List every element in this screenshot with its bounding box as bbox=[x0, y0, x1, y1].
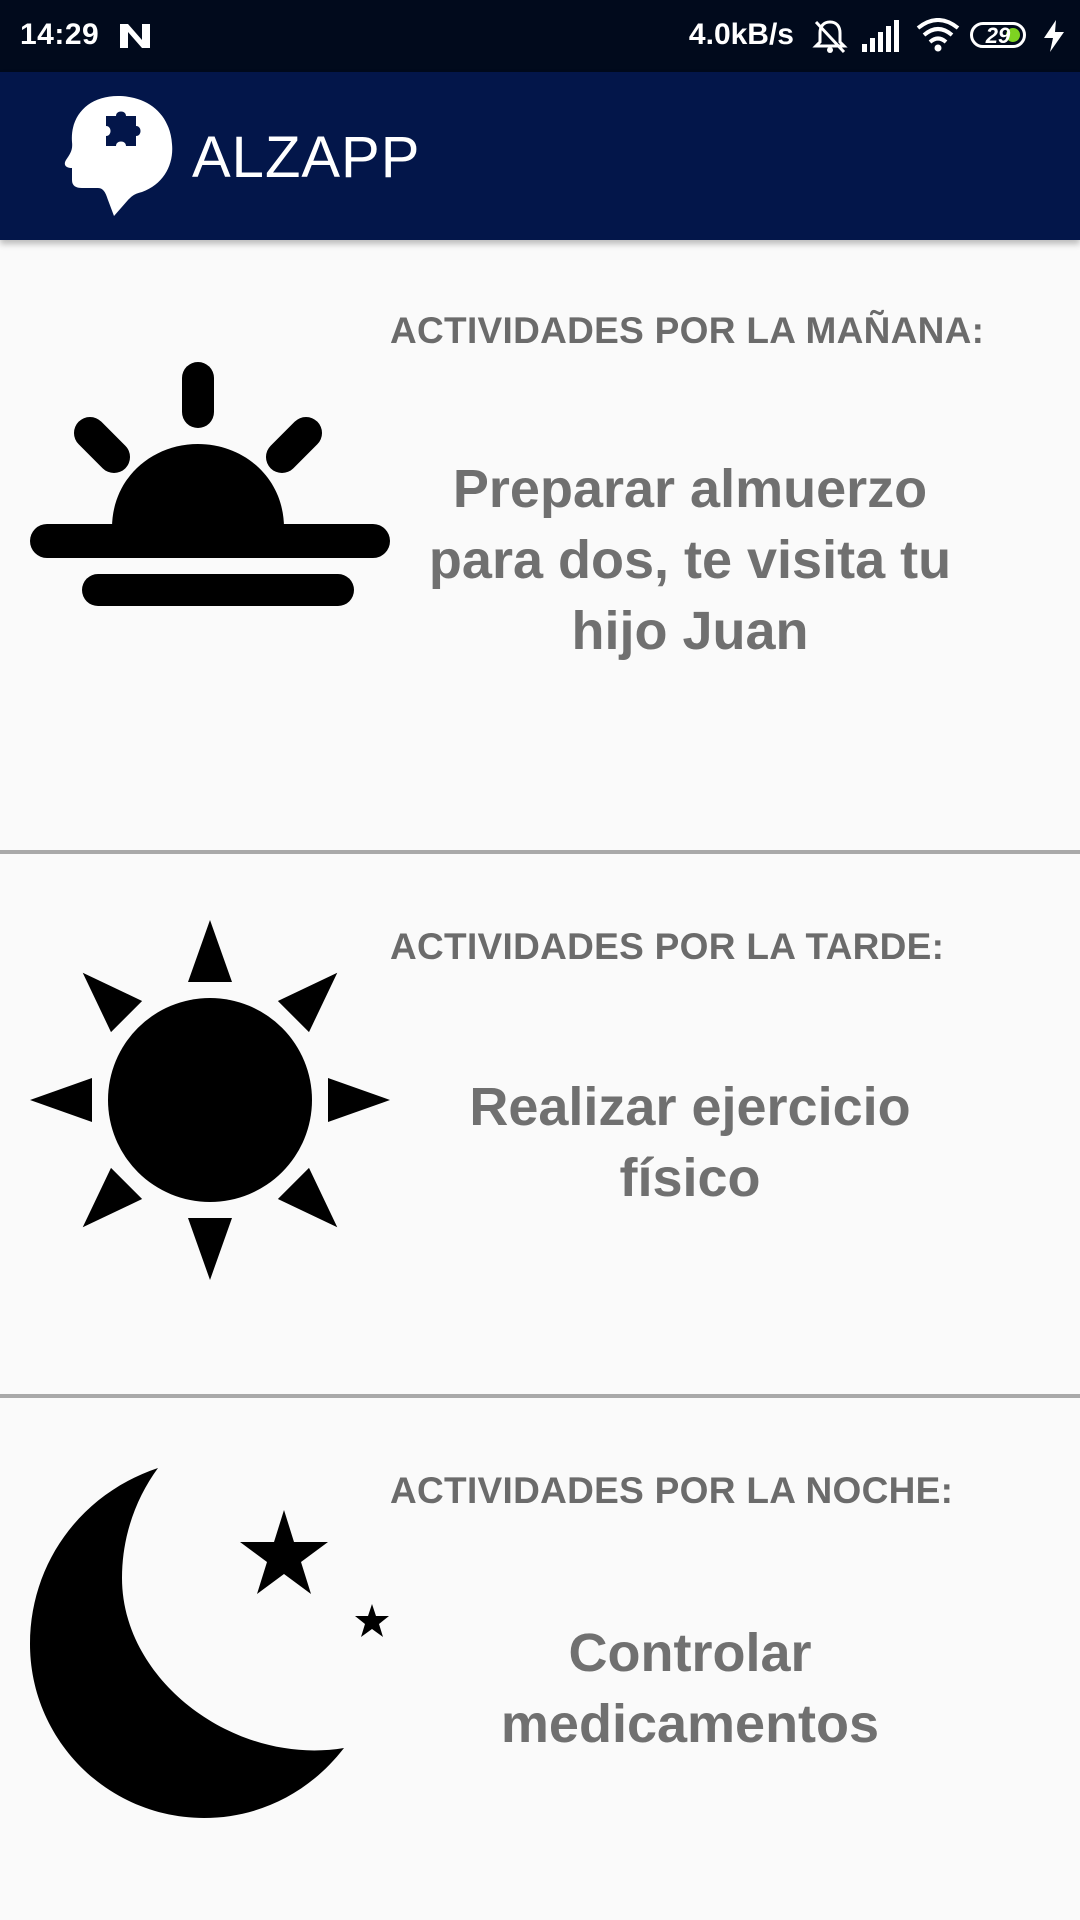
charging-icon bbox=[1044, 20, 1064, 52]
morning-activity-text: Preparar almuerzo para dos, te visita tu… bbox=[428, 459, 952, 661]
app-bar: ALZAPP bbox=[0, 72, 1080, 240]
morning-header: ACTIVIDADES POR LA MAÑANA: bbox=[390, 310, 985, 351]
signal-icon bbox=[862, 20, 899, 52]
sun-icon bbox=[30, 920, 390, 1280]
afternoon-activity-text: Realizar ejercicio físico bbox=[469, 1077, 911, 1208]
status-bar: 14:29 4.0kB/s 29 bbox=[0, 0, 1080, 72]
night-header: ACTIVIDADES POR LA NOCHE: bbox=[390, 1470, 954, 1511]
moon-stars-icon bbox=[30, 1468, 389, 1818]
mute-alarm-icon bbox=[812, 20, 848, 54]
status-time: 14:29 bbox=[20, 18, 100, 51]
night-activity-text: Controlar medicamentos bbox=[500, 1623, 880, 1754]
battery-level: 29 bbox=[985, 23, 1011, 48]
wifi-icon bbox=[916, 18, 960, 52]
head-puzzle-icon bbox=[64, 96, 173, 216]
n-notification-icon bbox=[120, 24, 150, 48]
afternoon-section[interactable]: ACTIVIDADES POR LA TARDE: Realizar ejerc… bbox=[0, 854, 1080, 1394]
morning-section[interactable]: ACTIVIDADES POR LA MAÑANA: Preparar almu… bbox=[0, 240, 1080, 850]
battery-icon: 29 bbox=[970, 22, 1026, 48]
net-speed: 4.0kB/s bbox=[688, 18, 794, 51]
sunrise-icon bbox=[30, 362, 390, 606]
status-icons: 4.0kB/s 29 bbox=[466, 16, 1066, 56]
app-title: ALZAPP bbox=[192, 125, 421, 190]
afternoon-header: ACTIVIDADES POR LA TARDE: bbox=[390, 926, 945, 967]
night-section[interactable]: ACTIVIDADES POR LA NOCHE: Controlar medi… bbox=[0, 1398, 1080, 1920]
